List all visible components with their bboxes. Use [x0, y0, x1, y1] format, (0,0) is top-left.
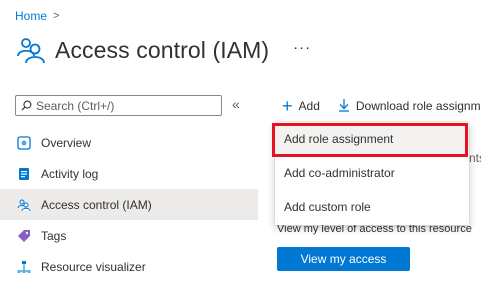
add-button-label: Add — [298, 99, 320, 113]
sidebar-item-activity-log[interactable]: Activity log — [0, 158, 258, 189]
sidebar-item-resource-visualizer[interactable]: Resource visualizer — [0, 251, 258, 282]
tag-icon — [17, 229, 31, 243]
view-my-access-button[interactable]: View my access — [277, 247, 410, 271]
background-partial-text: nts — [469, 151, 481, 165]
sidebar-item-overview[interactable]: Overview — [0, 127, 258, 158]
download-button-label: Download role assignments — [355, 99, 481, 113]
download-icon — [338, 97, 350, 115]
activity-log-icon — [17, 167, 31, 181]
add-dropdown-menu: Add role assignment Add co-administrator… — [275, 122, 469, 225]
sidebar-item-label: Activity log — [41, 166, 99, 181]
overview-icon — [17, 135, 31, 150]
breadcrumb: Home > — [15, 9, 59, 23]
sidebar-item-iam[interactable]: Access control (IAM) — [0, 189, 258, 220]
sidebar-nav: Overview Activity log Access control (IA… — [0, 127, 258, 282]
sidebar-item-label: Overview — [41, 135, 92, 150]
breadcrumb-separator: > — [53, 10, 60, 22]
download-role-assignments-button[interactable]: Download role assignments — [338, 97, 481, 115]
iam-icon — [17, 198, 31, 212]
more-options-button[interactable]: ··· — [293, 39, 311, 62]
sidebar-item-tags[interactable]: Tags — [0, 220, 258, 251]
sidebar-item-label: Tags — [41, 228, 67, 243]
collapse-sidebar-button[interactable]: « — [232, 96, 240, 112]
add-button[interactable]: + Add — [282, 97, 320, 115]
menu-item-add-custom-role[interactable]: Add custom role — [275, 190, 469, 224]
menu-item-add-co-administrator[interactable]: Add co-administrator — [275, 156, 469, 190]
search-input[interactable]: Search (Ctrl+/) — [15, 95, 222, 116]
plus-icon: + — [282, 96, 293, 116]
menu-item-add-role-assignment[interactable]: Add role assignment — [275, 122, 469, 156]
breadcrumb-home-link[interactable]: Home — [15, 9, 47, 23]
sidebar-item-label: Access control (IAM) — [41, 197, 152, 212]
search-icon — [21, 100, 32, 111]
resource-visualizer-icon — [17, 260, 31, 274]
search-placeholder: Search (Ctrl+/) — [36, 98, 115, 113]
page-header: Access control (IAM) ··· — [15, 30, 311, 70]
iam-people-icon — [15, 34, 47, 66]
page-title: Access control (IAM) — [55, 36, 270, 63]
command-bar: + Add Download role assignments — [282, 95, 481, 117]
sidebar-item-label: Resource visualizer — [41, 259, 146, 274]
